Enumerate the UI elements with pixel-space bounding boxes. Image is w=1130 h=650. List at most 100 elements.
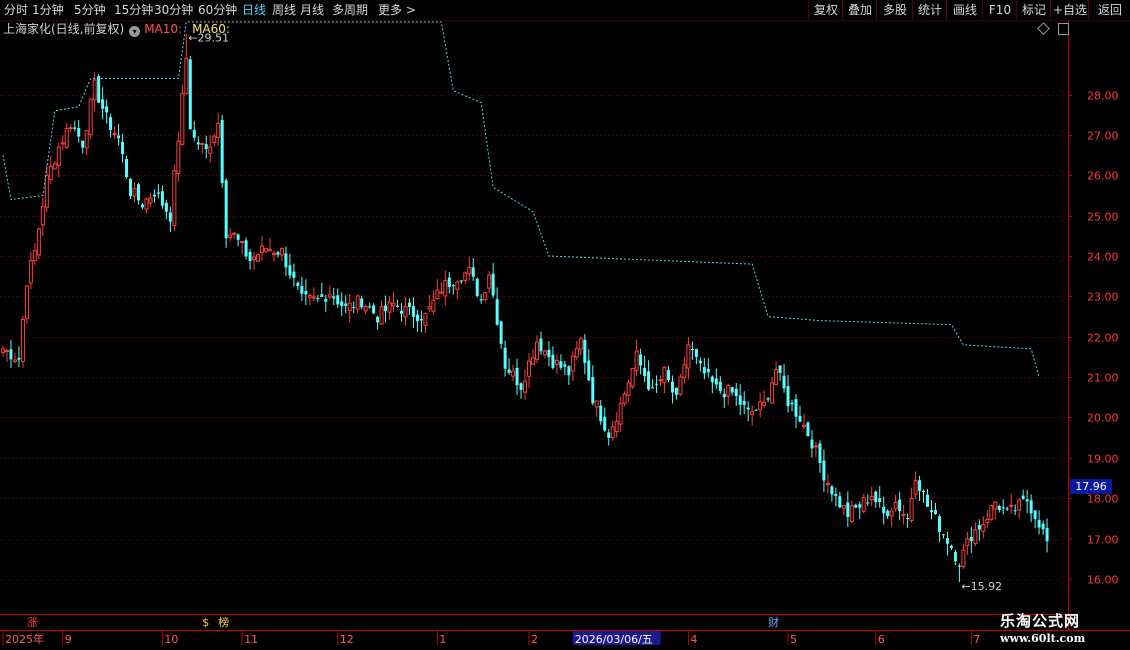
candle-body bbox=[184, 57, 189, 95]
candle-body bbox=[861, 497, 866, 512]
more-periods-button[interactable]: 更多 > bbox=[378, 2, 416, 18]
candle-body bbox=[92, 79, 97, 101]
candle-body bbox=[913, 480, 918, 495]
toolbar-button-4[interactable]: 画线 bbox=[946, 0, 983, 20]
candle-body bbox=[790, 402, 794, 405]
candle-body bbox=[658, 379, 663, 382]
period-tab-9[interactable]: 多周期 bbox=[332, 2, 368, 18]
candle-body bbox=[607, 432, 611, 439]
candle-body bbox=[854, 504, 858, 508]
candle-body bbox=[782, 375, 786, 389]
candle-body bbox=[411, 306, 415, 317]
period-tab-1[interactable]: 1分钟 bbox=[32, 2, 64, 18]
candle-body bbox=[933, 510, 937, 515]
candle-body bbox=[360, 298, 364, 308]
candle-body bbox=[192, 129, 196, 138]
candle-body bbox=[132, 188, 137, 197]
candle-body bbox=[674, 387, 678, 395]
panel-toggle-icon[interactable] bbox=[1058, 23, 1069, 35]
candle-body bbox=[702, 367, 706, 374]
candle-body bbox=[554, 359, 559, 365]
candle-body bbox=[841, 505, 846, 509]
candle-body bbox=[455, 281, 460, 290]
candle-body bbox=[930, 510, 934, 513]
candle-body bbox=[88, 98, 93, 136]
toolbar-button-1[interactable]: 叠加 bbox=[842, 0, 877, 20]
period-tab-8[interactable]: 月线 bbox=[300, 2, 324, 18]
candle-body bbox=[770, 382, 775, 404]
toolbar-button-2[interactable]: 多股 bbox=[876, 0, 913, 20]
period-tab-2[interactable]: 5分钟 bbox=[74, 2, 106, 18]
toolbar-button-0[interactable]: 复权 bbox=[808, 0, 843, 20]
candle-body bbox=[236, 234, 240, 240]
low-price-label: ←15.92 bbox=[961, 580, 1002, 593]
candle-body bbox=[766, 398, 770, 400]
period-tab-3[interactable]: 15分钟 bbox=[114, 2, 153, 18]
period-tab-5[interactable]: 60分钟 bbox=[198, 2, 237, 18]
candle-body bbox=[542, 350, 547, 356]
candle-body bbox=[662, 366, 667, 384]
price-tick-label: 21.00 bbox=[1087, 372, 1119, 385]
watermark-title: 乐淘公式网 bbox=[1000, 612, 1081, 630]
candle-body bbox=[407, 302, 411, 307]
candle-body bbox=[1041, 523, 1045, 530]
watermark-url: www.60lt.com bbox=[1000, 632, 1086, 645]
candle-body bbox=[694, 349, 698, 357]
candle-body bbox=[292, 271, 296, 278]
candle-body bbox=[267, 249, 272, 252]
candle-body bbox=[523, 380, 528, 393]
time-tick-label: 5 bbox=[790, 633, 797, 646]
price-tick-label: 26.00 bbox=[1087, 170, 1119, 183]
toolbar-button-5[interactable]: F10 bbox=[982, 0, 1017, 20]
candle-body bbox=[84, 130, 89, 149]
period-toolbar: 分时 1分钟 5分钟 15分钟 30分钟 60分钟 日线 周线 月线 多周期 更多 > 复权 叠加 多股统… bbox=[0, 0, 1130, 21]
candle-body bbox=[101, 99, 105, 109]
toolbar-button-7[interactable]: +自选 bbox=[1050, 0, 1089, 20]
candle-body bbox=[918, 480, 922, 491]
candle-body bbox=[1021, 495, 1025, 499]
toolbar-button-6[interactable]: 标记 bbox=[1016, 0, 1051, 20]
candle-body bbox=[336, 295, 340, 305]
period-tab-7[interactable]: 周线 bbox=[272, 2, 296, 18]
candle-body bbox=[690, 348, 694, 351]
candle-body bbox=[977, 525, 981, 530]
period-tab-6[interactable]: 日线 bbox=[242, 2, 266, 18]
time-tick-label: 12 bbox=[340, 633, 354, 646]
candle-body bbox=[176, 140, 181, 174]
candle-body bbox=[570, 355, 575, 372]
toolbar-button-8[interactable]: 返回 bbox=[1088, 0, 1130, 20]
candle-body bbox=[551, 354, 555, 368]
candle-body bbox=[798, 415, 802, 422]
price-tick-label: 17.00 bbox=[1087, 534, 1119, 547]
chevron-down-icon[interactable]: ▾ bbox=[129, 26, 141, 37]
price-tick-label: 20.00 bbox=[1087, 412, 1119, 425]
candle-body bbox=[806, 422, 810, 437]
candle-body bbox=[961, 549, 966, 567]
candle-body bbox=[208, 146, 213, 154]
candle-body bbox=[1029, 500, 1033, 514]
toolbar-button-3[interactable]: 统计 bbox=[912, 0, 947, 20]
ma10-label: MA10: bbox=[144, 22, 183, 36]
price-tick-label: 27.00 bbox=[1087, 130, 1119, 143]
candle-body bbox=[276, 252, 280, 255]
candle-body bbox=[1017, 499, 1022, 511]
candle-body bbox=[4, 350, 9, 353]
candle-body bbox=[32, 250, 37, 262]
period-tab-4[interactable]: 30分钟 bbox=[154, 2, 193, 18]
kline-chart[interactable]: 16.00 17.00 18.00 19.00 20.00 21.00 22.00 23.00… bbox=[0, 0, 1130, 650]
candle-body bbox=[534, 341, 539, 360]
candle-body bbox=[156, 192, 160, 194]
candle-body bbox=[307, 294, 312, 298]
candle-body bbox=[400, 310, 403, 314]
candle-body bbox=[969, 536, 973, 542]
candle-body bbox=[758, 401, 763, 410]
candle-body bbox=[1009, 504, 1014, 507]
candle-body bbox=[515, 367, 519, 386]
candle-body bbox=[750, 410, 755, 415]
candle-body bbox=[949, 545, 953, 549]
candle-body bbox=[882, 506, 886, 514]
candle-body bbox=[591, 377, 595, 404]
period-tab-0[interactable]: 分时 bbox=[4, 2, 28, 18]
candle-body bbox=[24, 285, 29, 320]
candle-body bbox=[304, 291, 308, 295]
